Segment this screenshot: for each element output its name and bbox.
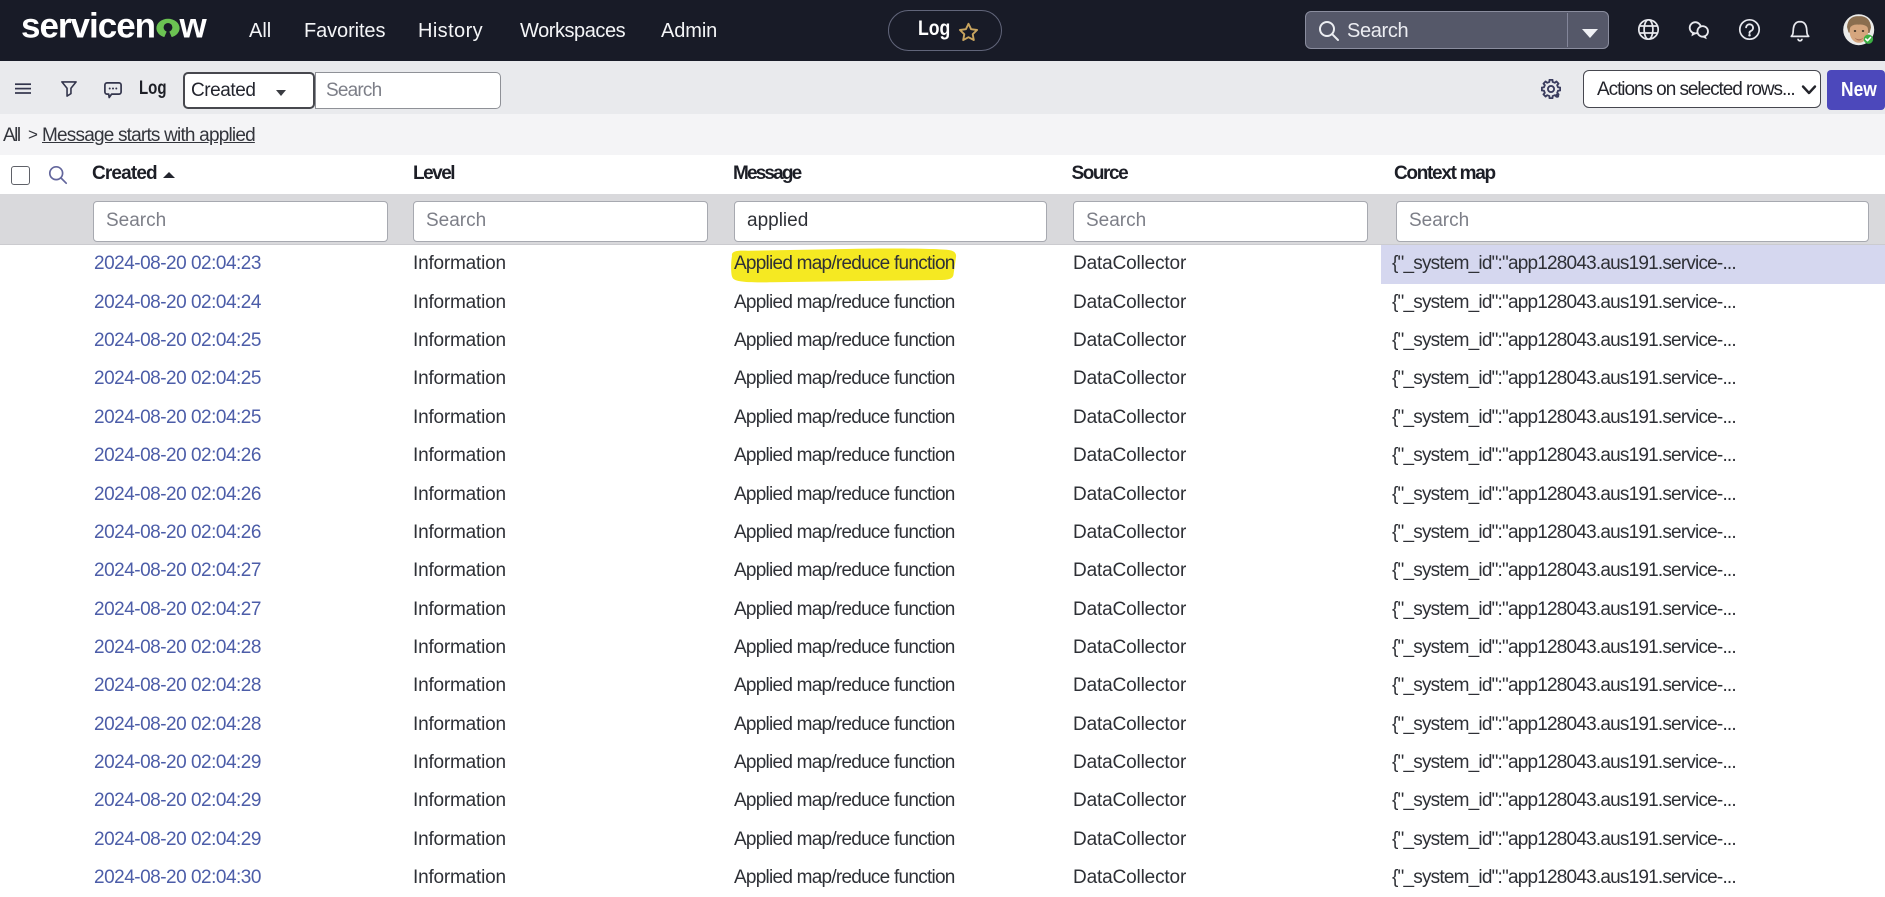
svg-text:servicen: servicen <box>21 7 155 46</box>
svg-text:w: w <box>179 7 208 46</box>
